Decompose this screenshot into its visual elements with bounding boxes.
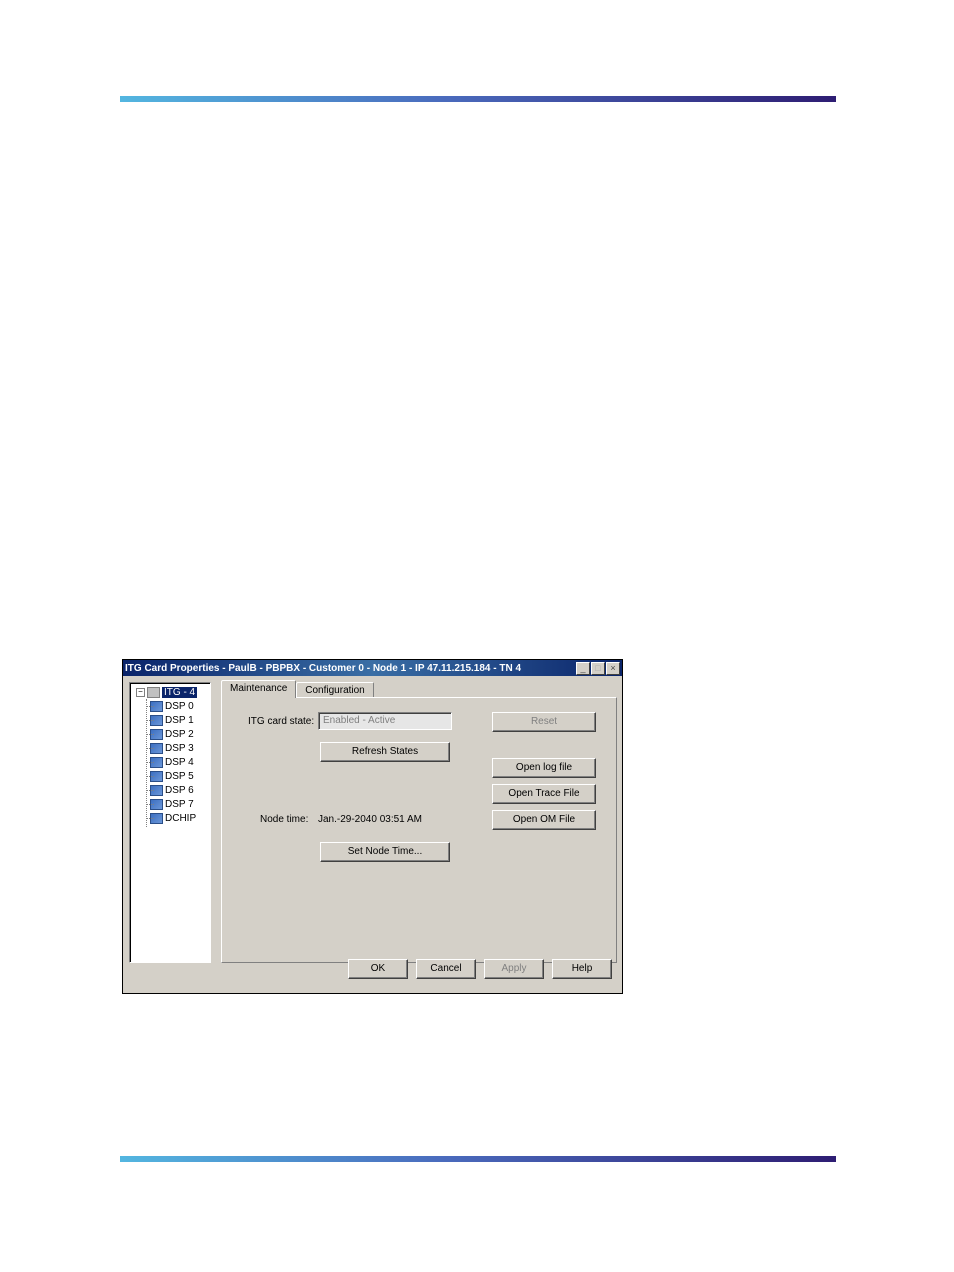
- apply-button[interactable]: Apply: [484, 959, 544, 979]
- tree-item-dsp6[interactable]: DSP 6: [136, 783, 208, 797]
- tree-item-dsp0[interactable]: DSP 0: [136, 699, 208, 713]
- tree-item-dsp4[interactable]: DSP 4: [136, 755, 208, 769]
- tabstrip: Maintenance Configuration: [221, 680, 374, 698]
- titlebar: ITG Card Properties - PaulB - PBPBX - Cu…: [123, 660, 622, 676]
- open-log-file-button[interactable]: Open log file: [492, 758, 596, 778]
- node-time-value: Jan.-29-2040 03:51 AM: [318, 814, 422, 825]
- tree-panel[interactable]: − ITG - 4 DSP 0 DSP 1 DSP 2 DSP 3 DSP 4 …: [129, 682, 211, 963]
- dialog-window: ITG Card Properties - PaulB - PBPBX - Cu…: [122, 659, 623, 994]
- page-top-rule: [120, 96, 836, 102]
- ok-button[interactable]: OK: [348, 959, 408, 979]
- reset-button[interactable]: Reset: [492, 712, 596, 732]
- tree-item-dsp5[interactable]: DSP 5: [136, 769, 208, 783]
- tree-item-dsp1[interactable]: DSP 1: [136, 713, 208, 727]
- tree-item-dsp7[interactable]: DSP 7: [136, 797, 208, 811]
- collapse-icon[interactable]: −: [136, 688, 145, 697]
- client-area: − ITG - 4 DSP 0 DSP 1 DSP 2 DSP 3 DSP 4 …: [123, 676, 622, 993]
- tab-maintenance[interactable]: Maintenance: [221, 680, 296, 698]
- open-om-file-button[interactable]: Open OM File: [492, 810, 596, 830]
- dialog-button-bar: OK Cancel Apply Help: [123, 959, 622, 987]
- minimize-button[interactable]: _: [576, 662, 590, 675]
- open-trace-file-button[interactable]: Open Trace File: [492, 784, 596, 804]
- tree-item-dsp3[interactable]: DSP 3: [136, 741, 208, 755]
- window-buttons: _ □ ×: [576, 662, 620, 675]
- cancel-button[interactable]: Cancel: [416, 959, 476, 979]
- set-node-time-button[interactable]: Set Node Time...: [320, 842, 450, 862]
- tree-item-dchip[interactable]: DCHIP: [136, 811, 208, 825]
- refresh-states-button[interactable]: Refresh States: [320, 742, 450, 762]
- tree-root-label[interactable]: ITG - 4: [162, 687, 197, 698]
- card-icon: [147, 687, 160, 698]
- help-button[interactable]: Help: [552, 959, 612, 979]
- tree-item-dsp2[interactable]: DSP 2: [136, 727, 208, 741]
- maximize-button[interactable]: □: [591, 662, 605, 675]
- card-state-field: Enabled - Active: [318, 712, 452, 730]
- node-time-label: Node time:: [260, 814, 308, 825]
- close-button[interactable]: ×: [606, 662, 620, 675]
- card-state-label: ITG card state:: [248, 716, 314, 727]
- page-bottom-rule: [120, 1156, 836, 1162]
- window-title: ITG Card Properties - PaulB - PBPBX - Cu…: [125, 663, 576, 674]
- maintenance-panel: ITG card state: Enabled - Active Refresh…: [221, 697, 617, 963]
- tree-root-row[interactable]: − ITG - 4: [136, 685, 208, 699]
